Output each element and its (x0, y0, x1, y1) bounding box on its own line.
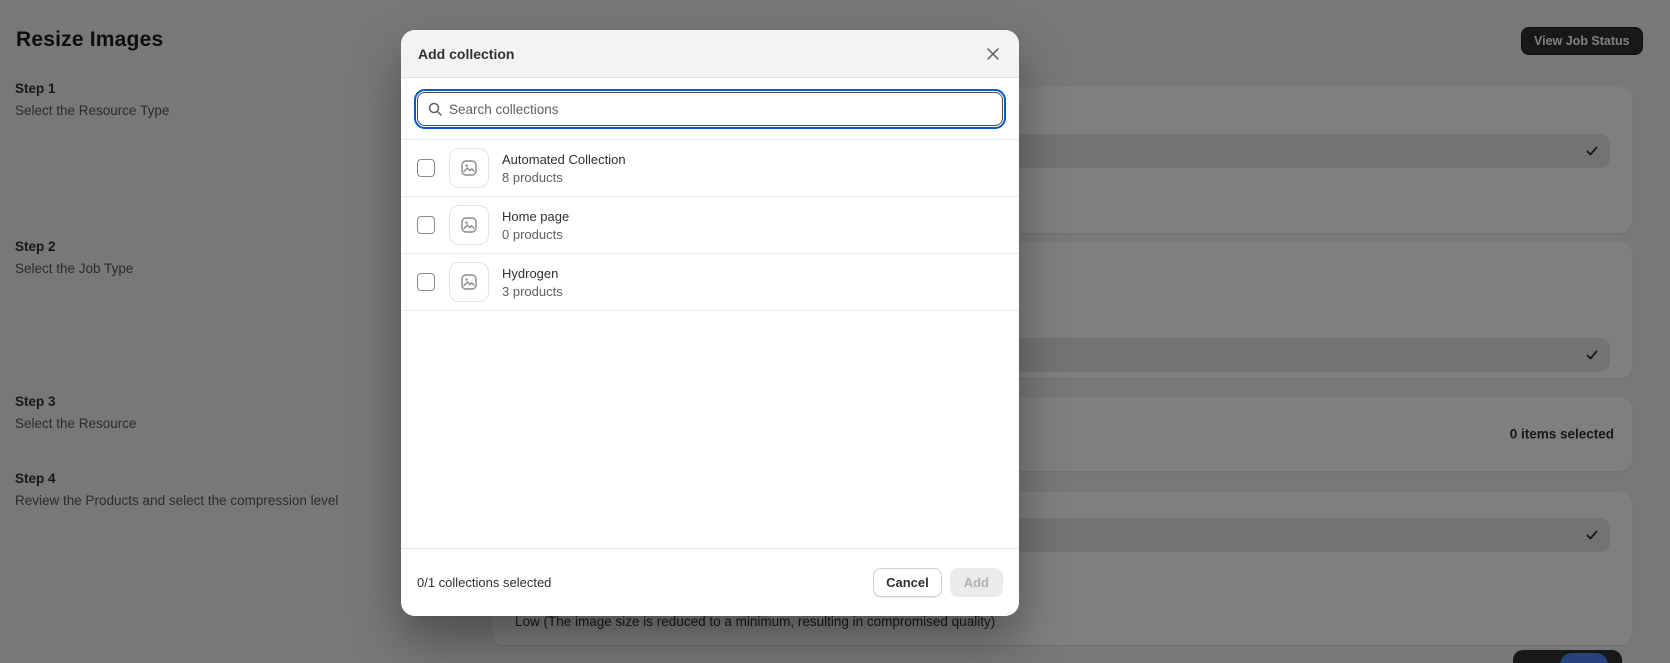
modal-header: Add collection (401, 30, 1019, 78)
collection-name: Hydrogen (502, 265, 559, 281)
search-section (401, 78, 1019, 139)
image-icon (461, 160, 477, 176)
modal-empty-area (401, 311, 1019, 548)
list-item-home-page[interactable]: Home page 0 products (401, 197, 1019, 254)
collection-name: Home page (502, 208, 570, 224)
checkbox[interactable] (417, 216, 435, 234)
selection-summary: 0/1 collections selected (417, 575, 552, 590)
close-icon[interactable] (979, 40, 1007, 68)
modal-footer: 0/1 collections selected Cancel Add (401, 548, 1019, 616)
collection-thumbnail (449, 205, 489, 245)
collection-product-count: 8 products (502, 169, 563, 185)
search-field[interactable] (414, 89, 1006, 129)
add-collection-modal: Add collection Search collections Automa… (401, 30, 1019, 616)
collection-product-count: 3 products (502, 283, 563, 299)
checkbox[interactable] (417, 273, 435, 291)
image-icon (461, 217, 477, 233)
list-item-automated-collection[interactable]: Automated Collection 8 products (401, 140, 1019, 197)
cancel-button[interactable]: Cancel (873, 568, 942, 597)
collection-thumbnail (449, 262, 489, 302)
search-icon (428, 102, 442, 116)
collection-name: Automated Collection (502, 151, 626, 167)
search-input[interactable] (449, 93, 1002, 125)
modal-title: Add collection (418, 45, 515, 62)
collections-list: Automated Collection 8 products Home pag… (401, 139, 1019, 311)
add-button[interactable]: Add (949, 568, 1003, 597)
collection-product-count: 0 products (502, 226, 563, 242)
checkbox[interactable] (417, 159, 435, 177)
image-icon (461, 274, 477, 290)
app-screen: Resize Images View Job Status Step 1 Sel… (0, 0, 1670, 663)
list-item-hydrogen[interactable]: Hydrogen 3 products (401, 254, 1019, 311)
collection-thumbnail (449, 148, 489, 188)
